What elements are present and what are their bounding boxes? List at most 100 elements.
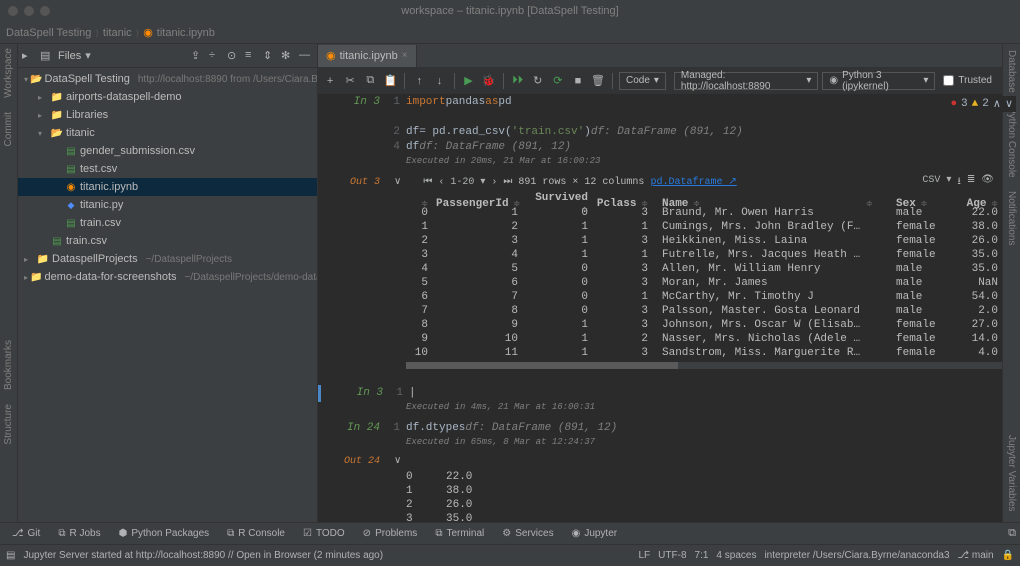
df-type-link[interactable]: pd.Dataframe ↗ xyxy=(650,176,736,188)
gear-icon[interactable]: ✻ xyxy=(281,49,295,63)
tree-item[interactable]: ▸airports-dataspell-demo xyxy=(18,88,317,106)
tab-notifications[interactable]: Notifications xyxy=(1006,191,1017,245)
prev-icon[interactable]: ∧ xyxy=(993,97,1001,111)
restart-run-button[interactable]: ⟳ xyxy=(550,72,566,90)
run-all-button[interactable]: ⏵⏵ xyxy=(510,72,526,90)
tree-item[interactable]: ▸demo-data-for-screenshots~/DataspellPro… xyxy=(18,268,317,286)
tab-workspace[interactable]: Workspace xyxy=(3,48,14,98)
tree-item[interactable]: ▸Libraries xyxy=(18,106,317,124)
code-cell[interactable]: In 3 1 import pandas as pd 2 df = pd.rea… xyxy=(318,94,1020,156)
git-branch[interactable]: ⎇ main xyxy=(958,550,994,561)
col-gap[interactable] xyxy=(866,198,896,210)
target-icon[interactable]: ⊙ xyxy=(227,49,241,63)
event-log-icon[interactable]: ⧉ xyxy=(1008,527,1016,540)
table-row[interactable]: 5603Moran, Mr. JamesmaleNaN0 xyxy=(406,276,1020,290)
next-icon[interactable]: ∨ xyxy=(1005,97,1013,111)
tab-commit[interactable]: Commit xyxy=(3,112,14,146)
celltype-dropdown[interactable]: Code▾ xyxy=(619,72,666,90)
table-row[interactable]: 8913Johnson, Mrs. Oscar W (Elisabeth Vil… xyxy=(406,318,1020,332)
expand-icon[interactable]: ⇕ xyxy=(263,49,277,63)
move-down-button[interactable]: ↓ xyxy=(431,72,447,90)
tab-todo[interactable]: ☑TODO xyxy=(295,525,353,543)
table-row[interactable]: 101113Sandstrom, Miss. Marguerite Rutfem… xyxy=(406,346,1020,360)
csv-dropdown[interactable]: CSV ▾ xyxy=(922,174,951,191)
output-table[interactable]: PassengerId Survived Pclass Name Sex Age… xyxy=(318,192,1020,360)
hide-icon[interactable]: — xyxy=(299,49,313,63)
restart-button[interactable]: ↻ xyxy=(530,72,546,90)
breadcrumb-project[interactable]: DataSpell Testing xyxy=(6,27,91,39)
code-cell[interactable]: In 24 1 df.dtypes df: DataFrame (891, 12… xyxy=(318,420,1020,437)
tab-terminal[interactable]: ⧉Terminal xyxy=(427,525,492,543)
tab-jupyter-vars[interactable]: Jupyter Variables xyxy=(1006,435,1017,512)
code-cell-active[interactable]: In 3 1 xyxy=(318,385,1020,402)
move-up-button[interactable]: ↑ xyxy=(411,72,427,90)
notebook-body[interactable]: ● 3 ▲ 2 ∧ ∨ In 3 1 import pandas as pd xyxy=(318,94,1020,522)
scrollbar-thumb[interactable] xyxy=(406,362,678,369)
tree-item[interactable]: ▾titanic xyxy=(18,124,317,142)
tab-rjobs[interactable]: ⧉R Jobs xyxy=(50,525,108,543)
table-header[interactable]: PassengerId Survived Pclass Name Sex Age… xyxy=(406,192,1020,206)
breadcrumb-file[interactable]: titanic.ipynb xyxy=(157,27,215,39)
chevron-down-icon[interactable]: ▾ xyxy=(85,49,99,63)
close-icon[interactable]: × xyxy=(402,50,408,61)
tab-structure[interactable]: Structure xyxy=(3,404,14,445)
zoom-icon[interactable] xyxy=(40,6,50,16)
lock-icon[interactable]: 🔒 xyxy=(1002,550,1014,561)
caret-position[interactable]: 7:1 xyxy=(695,550,709,561)
tree-root[interactable]: ▾ DataSpell Testing http://localhost:889… xyxy=(18,70,317,88)
trusted-input[interactable] xyxy=(943,75,954,86)
collapse-icon[interactable]: ∨ xyxy=(394,176,401,188)
last-page-icon[interactable]: ⏭ xyxy=(503,176,512,188)
sidebar-title[interactable]: Files xyxy=(58,50,81,62)
tab-bookmarks[interactable]: Bookmarks xyxy=(3,340,14,390)
encoding[interactable]: UTF-8 xyxy=(658,550,686,561)
cut-button[interactable]: ✂ xyxy=(342,72,358,90)
debug-cell-button[interactable]: 🐞 xyxy=(481,72,497,90)
tree-item[interactable]: gender_submission.csv xyxy=(18,142,317,160)
indent-setting[interactable]: 4 spaces xyxy=(716,550,756,561)
page-range[interactable]: 1-20 xyxy=(450,177,474,188)
server-dropdown[interactable]: Managed: http://localhost:8890▾ xyxy=(674,72,818,90)
tab-jupyter[interactable]: ◉Jupyter xyxy=(564,525,626,543)
next-page-icon[interactable]: › xyxy=(491,177,497,188)
stats-icon[interactable]: ≣ xyxy=(967,174,975,191)
validation-indicator[interactable]: ● 3 ▲ 2 ∧ ∨ xyxy=(947,96,1016,112)
horizontal-scrollbar[interactable] xyxy=(406,362,1010,369)
tab-pypackages[interactable]: ⬢Python Packages xyxy=(111,525,218,543)
table-row[interactable]: 1211Cumings, Mrs. John Bradley (Florence… xyxy=(406,220,1020,234)
tab-git[interactable]: ⎇Git xyxy=(4,525,48,543)
first-page-icon[interactable]: ⏮ xyxy=(423,176,432,188)
tab-python-console[interactable]: Python Console xyxy=(1006,107,1017,178)
delete-output-button[interactable]: 🗑 xyxy=(590,72,606,90)
table-row[interactable]: 0103Braund, Mr. Owen Harrismale22.01 xyxy=(406,206,1020,220)
tree-item[interactable]: titanic.ipynb xyxy=(18,178,317,196)
tree-item[interactable]: train.csv xyxy=(18,232,317,250)
download-icon[interactable]: ⭳ xyxy=(957,174,961,191)
collapse-icon[interactable]: ∨ xyxy=(394,455,401,467)
run-cell-button[interactable]: ▶ xyxy=(460,72,476,90)
export-icon[interactable]: ⇪ xyxy=(191,49,205,63)
tree-item[interactable]: test.csv xyxy=(18,160,317,178)
interpreter[interactable]: interpreter /Users/Ciara.Byrne/anaconda3 xyxy=(764,550,949,561)
table-row[interactable]: 2313Heikkinen, Miss. Lainafemale26.00 xyxy=(406,234,1020,248)
interrupt-button[interactable]: ■ xyxy=(570,72,586,90)
tab-rconsole[interactable]: ⧉R Console xyxy=(219,525,293,543)
chevron-down-icon[interactable]: ▾ xyxy=(480,176,485,188)
breadcrumb-folder[interactable]: titanic xyxy=(103,27,132,39)
window-controls[interactable] xyxy=(8,6,50,16)
tab-problems[interactable]: ⊘Problems xyxy=(355,525,426,543)
tab-services[interactable]: ⚙Services xyxy=(494,525,561,543)
trusted-checkbox[interactable]: Trusted xyxy=(939,75,996,86)
paste-button[interactable]: 📋 xyxy=(382,72,398,90)
line-ending[interactable]: LF xyxy=(639,550,651,561)
tree-item[interactable]: ▸DataspellProjects~/DataspellProjects xyxy=(18,250,317,268)
view-icon[interactable]: 👁 xyxy=(981,174,994,191)
collapse-icon[interactable]: ≡ xyxy=(245,49,259,63)
kernel-dropdown[interactable]: ◉Python 3 (ipykernel)▾ xyxy=(822,72,935,90)
table-row[interactable]: 91012Nasser, Mrs. Nicholas (Adele Achem)… xyxy=(406,332,1020,346)
table-row[interactable]: 3411Futrelle, Mrs. Jacques Heath (Lily M… xyxy=(406,248,1020,262)
minimize-icon[interactable] xyxy=(24,6,34,16)
tree-item[interactable]: train.csv xyxy=(18,214,317,232)
project-tree[interactable]: ▾ DataSpell Testing http://localhost:889… xyxy=(18,68,317,288)
table-row[interactable]: 6701McCarthy, Mr. Timothy Jmale54.00 xyxy=(406,290,1020,304)
